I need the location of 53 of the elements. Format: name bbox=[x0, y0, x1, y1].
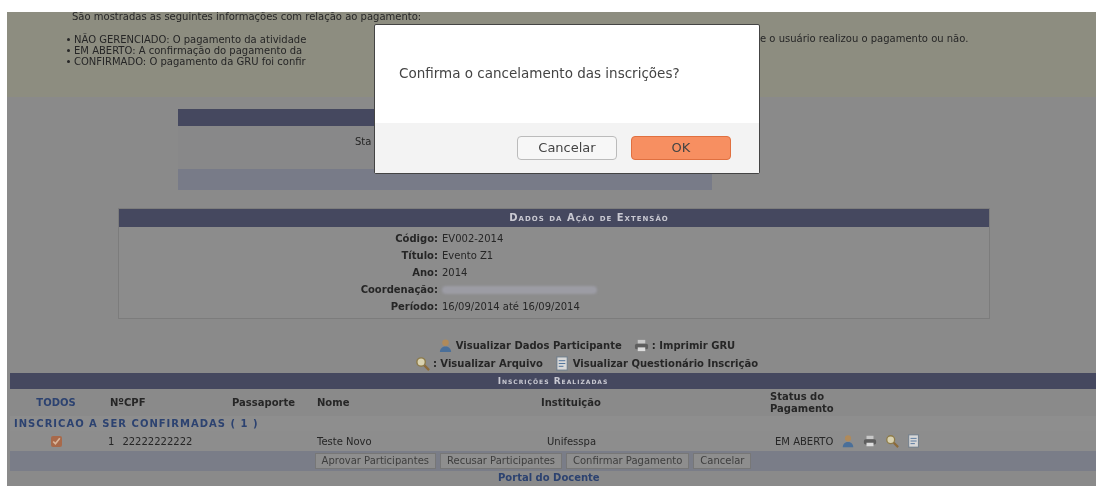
bullet-icon bbox=[67, 37, 70, 41]
document-icon bbox=[554, 355, 570, 371]
table-cell-text: 1 bbox=[108, 434, 115, 449]
group-heading: INSCRICAO A SER CONFIRMADAS ( 1 ) bbox=[10, 416, 1096, 431]
legend-text: Visualizar Questionário Inscrição bbox=[572, 356, 759, 371]
column-header: Instituição bbox=[540, 396, 602, 410]
bullet-icon bbox=[67, 59, 70, 63]
field-value: EV002-2014 bbox=[442, 232, 505, 246]
field-label: Título: bbox=[400, 249, 438, 263]
bullet-text: NÃO GERENCIADO: O pagamento da atividade bbox=[74, 32, 307, 45]
legend-text: Visualizar Dados Participante bbox=[455, 338, 622, 353]
field-label: Ano: bbox=[411, 266, 438, 280]
bullet-icon bbox=[67, 48, 70, 52]
bullet-text: CONFIRMADO: O pagamento da GRU foi confir bbox=[74, 55, 306, 69]
printer-icon[interactable] bbox=[863, 434, 878, 448]
table-cell-text: EM ABERTO bbox=[775, 434, 834, 449]
table-title: Inscrições Realizadas bbox=[10, 373, 1096, 389]
search-icon bbox=[414, 355, 430, 371]
field-value: Evento Z1 bbox=[442, 249, 495, 263]
legend-text: : Imprimir GRU bbox=[651, 338, 736, 353]
printer-icon bbox=[633, 337, 649, 353]
ok-button[interactable]: OK bbox=[631, 136, 731, 160]
field-label: Período: bbox=[389, 300, 438, 314]
legend-text: : Visualizar Arquivo bbox=[432, 356, 543, 371]
document-icon[interactable] bbox=[907, 434, 922, 448]
field-value: 2014 bbox=[442, 266, 469, 280]
column-header: NºCPF bbox=[109, 396, 147, 410]
cancel-button[interactable]: Cancelar bbox=[517, 136, 617, 160]
column-header: Status do Pagamento bbox=[770, 390, 835, 415]
form-button[interactable]: Recusar Participantes bbox=[440, 453, 562, 469]
select-all-link[interactable]: TODOS bbox=[10, 395, 102, 410]
bullet-text: EM ABERTO: A confirmação do pagamento da bbox=[74, 44, 303, 56]
form-button[interactable]: Confirmar Pagamento bbox=[566, 453, 690, 469]
dialog-message: Confirma o cancelamento das inscrições? bbox=[399, 65, 680, 81]
form-button[interactable]: Aprovar Participantes bbox=[314, 453, 436, 469]
person-icon bbox=[437, 337, 453, 353]
field-value: 16/09/2014 até 16/09/2014 bbox=[442, 300, 581, 314]
table-cell-text: 22222222222 bbox=[122, 434, 193, 449]
checkbox[interactable] bbox=[50, 435, 62, 447]
column-header: Passaporte bbox=[231, 396, 296, 410]
field-label: Código: bbox=[394, 232, 438, 246]
footer-link[interactable]: Portal do Docente bbox=[498, 472, 600, 484]
column-header: Nome bbox=[316, 396, 351, 410]
table-cell-text: Teste Novo bbox=[316, 434, 373, 449]
bullet-text: e o usuário realizou o pagamento ou não. bbox=[760, 34, 969, 44]
status-label: Sta bbox=[355, 136, 372, 147]
panel-title: Dados da Ação de Extensão bbox=[119, 209, 989, 227]
field-label: Coordenação: bbox=[359, 283, 438, 297]
table-cell-text: Unifesspa bbox=[546, 434, 597, 449]
intro-text: São mostradas as seguintes informações com relação ao pagamento: bbox=[72, 12, 422, 22]
search-icon[interactable] bbox=[885, 434, 900, 448]
person-icon[interactable] bbox=[841, 434, 856, 448]
form-button[interactable]: Cancelar bbox=[693, 453, 752, 469]
